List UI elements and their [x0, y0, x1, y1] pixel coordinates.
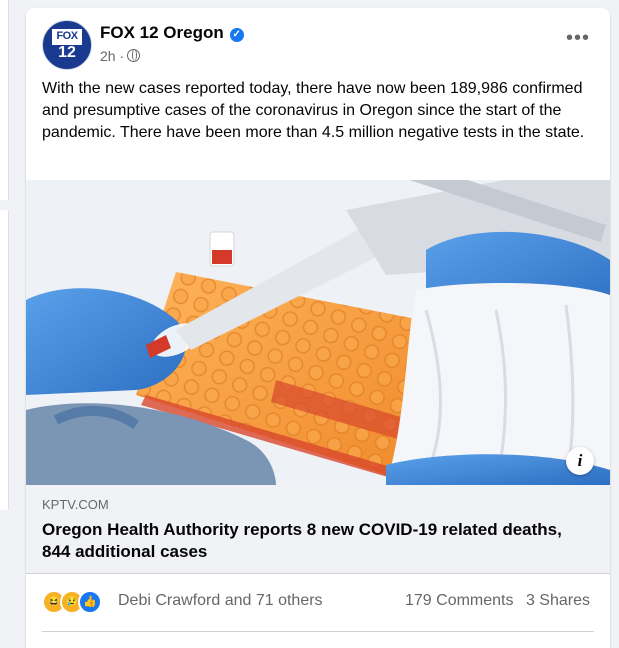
avatar-logo-text: FOX	[52, 29, 82, 43]
like-icon: 👍	[78, 590, 102, 614]
adjacent-panel-edge	[0, 210, 9, 510]
link-title: Oregon Health Authority reports 8 new CO…	[42, 520, 562, 561]
globe-icon	[127, 49, 141, 62]
reactions-bar: 😆 😢 👍 Debi Crawford and 71 others 179 Co…	[42, 588, 594, 616]
post-stats: 179 Comments 3 Shares	[397, 592, 590, 610]
page-avatar[interactable]: FOX 12	[42, 20, 92, 70]
post-timestamp[interactable]: 2h	[100, 48, 116, 64]
post-meta: 2h ·	[100, 48, 141, 64]
shares-count[interactable]: 3 Shares	[526, 592, 590, 609]
page-name-label: FOX 12 Oregon	[100, 23, 224, 42]
more-options-button[interactable]: •••	[564, 28, 592, 52]
link-preview-details[interactable]: KPTV.COM Oregon Health Authority reports…	[26, 485, 610, 574]
meta-separator: ·	[119, 48, 125, 64]
comments-count[interactable]: 179 Comments	[405, 592, 514, 609]
adjacent-panel-edge	[0, 0, 9, 200]
verified-badge-icon: ✓	[229, 28, 244, 42]
link-domain: KPTV.COM	[42, 497, 109, 512]
post-header: FOX 12 FOX 12 Oregon ✓ 2h · •••	[42, 20, 594, 70]
lab-pipette-photo	[26, 180, 610, 485]
info-icon[interactable]: i	[566, 447, 594, 475]
divider	[42, 631, 594, 632]
feed-post: FOX 12 FOX 12 Oregon ✓ 2h · ••• With the …	[26, 8, 610, 648]
reaction-icons[interactable]: 😆 😢 👍	[42, 590, 108, 614]
avatar-logo-number: 12	[52, 43, 82, 61]
reactors-summary[interactable]: Debi Crawford and 71 others	[118, 592, 323, 610]
post-body-text: With the new cases reported today, there…	[42, 80, 585, 141]
page-name-link[interactable]: FOX 12 Oregon ✓	[100, 23, 244, 43]
link-preview-image[interactable]: i	[26, 180, 610, 485]
